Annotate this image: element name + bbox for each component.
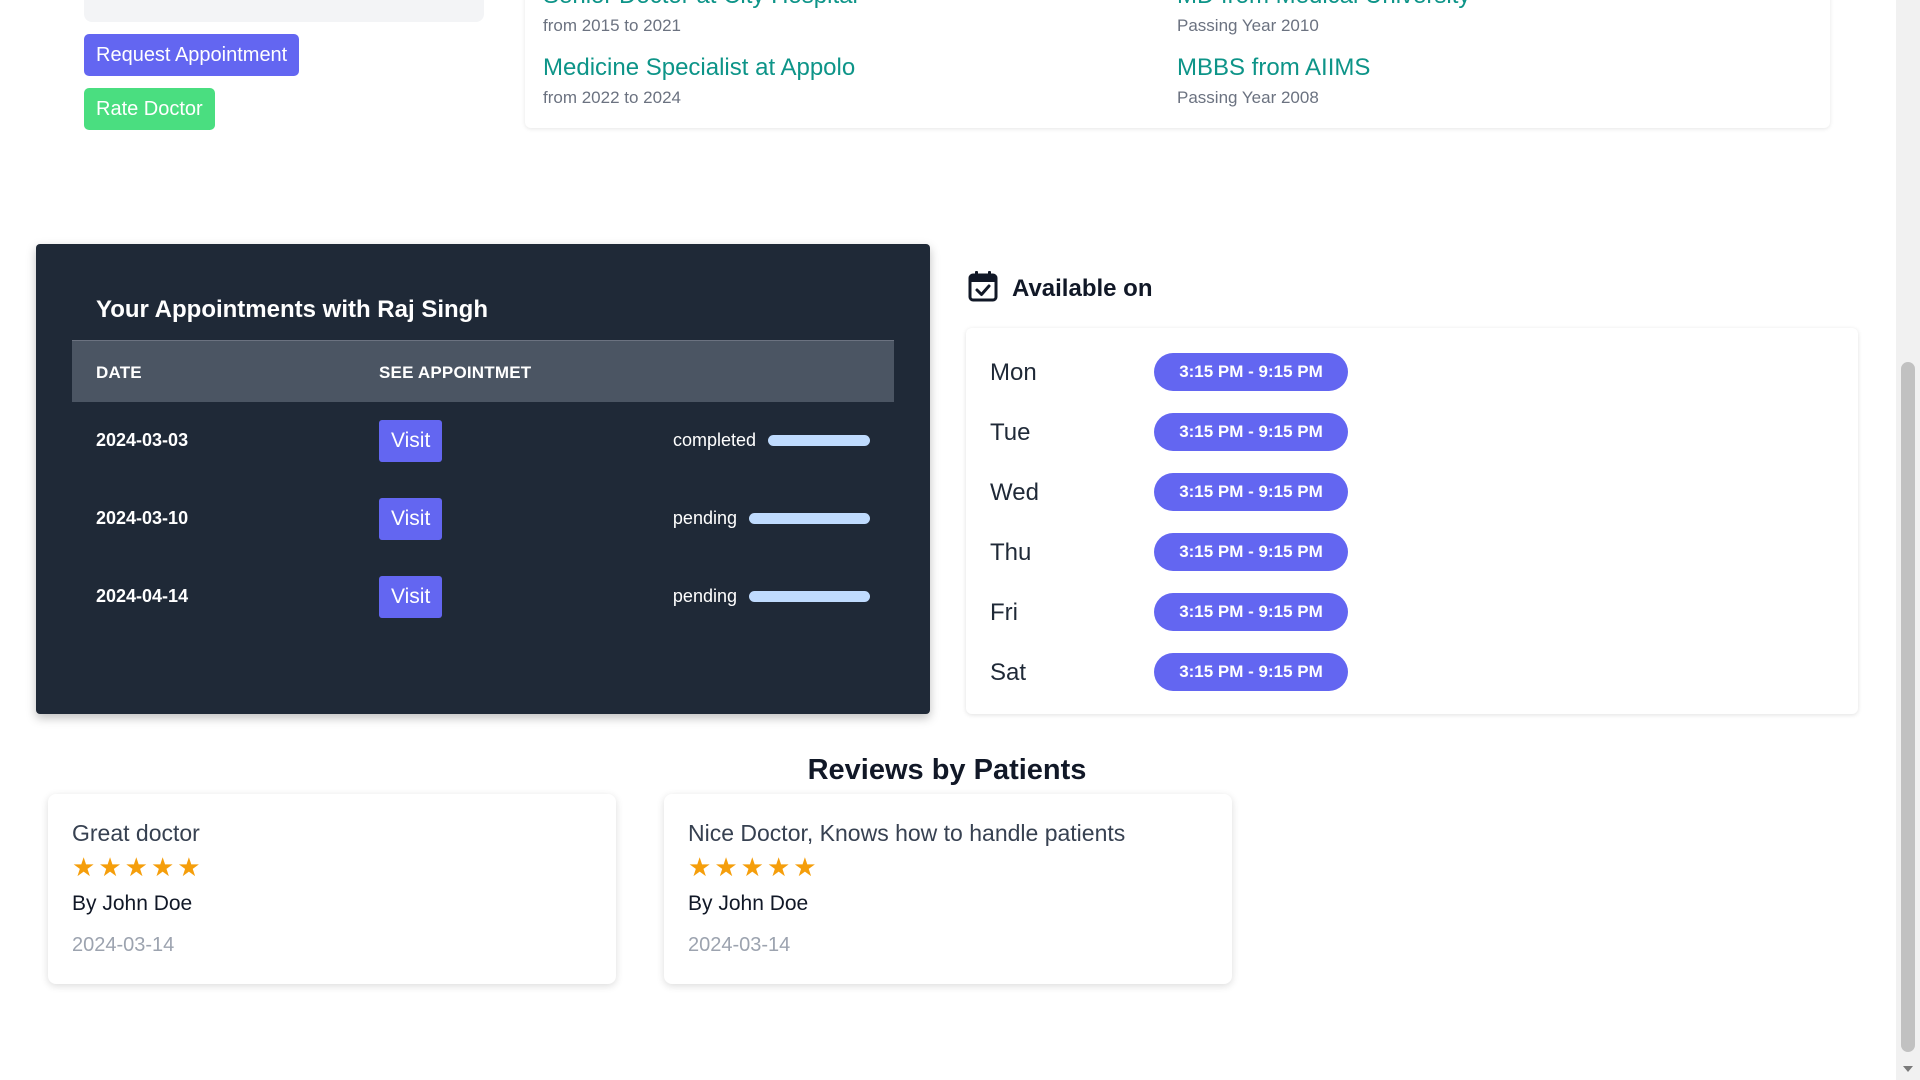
table-row: 2024-03-03 Visit completed bbox=[72, 412, 894, 472]
time-slot-badge: 3:15 PM - 9:15 PM bbox=[1154, 473, 1348, 511]
appointment-status: pending bbox=[673, 586, 870, 607]
rate-doctor-button[interactable]: Rate Doctor bbox=[84, 88, 215, 130]
experience-item: Senior Doctor at City Hospital from 2015… bbox=[543, 0, 858, 36]
experience-title[interactable]: Senior Doctor at City Hospital bbox=[543, 0, 858, 10]
status-bar bbox=[768, 435, 870, 446]
appointment-date: 2024-04-14 bbox=[96, 586, 189, 606]
column-date: DATE bbox=[96, 363, 142, 382]
star-icon: ★ bbox=[124, 852, 148, 882]
day-label: Thu bbox=[990, 539, 1032, 566]
status-text: pending bbox=[672, 586, 737, 606]
visit-button[interactable]: Visit bbox=[379, 576, 443, 618]
education-title[interactable]: MD from Medical University bbox=[1177, 0, 1470, 10]
appointments-table-header: DATE SEE APPOINTMET bbox=[72, 340, 894, 402]
star-icon: ★ bbox=[177, 852, 201, 882]
experience-dates: from 2015 to 2021 bbox=[543, 16, 681, 35]
scroll-down-arrow-icon[interactable] bbox=[1903, 1066, 1913, 1072]
review-text: Great doctor bbox=[72, 820, 200, 846]
education-year: Passing Year 2008 bbox=[1177, 88, 1319, 107]
request-appointment-button[interactable]: Request Appointment bbox=[84, 34, 300, 76]
appointment-date: 2024-03-10 bbox=[96, 508, 189, 528]
review-date: 2024-03-14 bbox=[688, 934, 791, 956]
time-slot-badge: 3:15 PM - 9:15 PM bbox=[1154, 533, 1348, 571]
day-label: Fri bbox=[990, 599, 1018, 626]
review-author: By John Doe bbox=[688, 892, 809, 915]
day-label: Tue bbox=[990, 419, 1031, 446]
star-icon: ★ bbox=[150, 852, 175, 882]
status-text: pending bbox=[672, 508, 737, 528]
scrollbar-thumb[interactable] bbox=[1901, 362, 1915, 1052]
star-icon: ★ bbox=[688, 852, 712, 882]
time-slot-badge: 3:15 PM - 9:15 PM bbox=[1154, 413, 1348, 451]
experience-dates: from 2022 to 2024 bbox=[543, 88, 681, 107]
education-title[interactable]: MBBS from AIIMS bbox=[1177, 54, 1370, 82]
table-row: 2024-03-10 Visit pending bbox=[72, 490, 894, 550]
table-row: 2024-04-14 Visit pending bbox=[72, 568, 894, 628]
time-slot-badge: 3:15 PM - 9:15 PM bbox=[1154, 353, 1348, 391]
availability-row: Wed 3:15 PM - 9:15 PM bbox=[990, 473, 1830, 511]
education-item: MD from Medical University Passing Year … bbox=[1177, 0, 1470, 36]
availability-row: Mon 3:15 PM - 9:15 PM bbox=[990, 353, 1830, 391]
availability-title: Available on bbox=[1012, 274, 1153, 302]
experience-education-card: Senior Doctor at City Hospital from 2015… bbox=[525, 0, 1830, 128]
availability-card: Mon 3:15 PM - 9:15 PM Tue 3:15 PM - 9:15… bbox=[966, 328, 1858, 714]
review-card: Nice Doctor, Knows how to handle patient… bbox=[664, 794, 1232, 984]
reviews-title: Reviews by Patients bbox=[807, 754, 1087, 786]
visit-button[interactable]: Visit bbox=[379, 498, 443, 540]
star-icon: ★ bbox=[714, 852, 738, 882]
availability-row: Fri 3:15 PM - 9:15 PM bbox=[990, 593, 1830, 631]
day-label: Sat bbox=[990, 659, 1027, 686]
status-text: completed bbox=[672, 430, 756, 450]
appointments-title: Your Appointments with Raj Singh bbox=[96, 296, 488, 323]
day-label: Wed bbox=[990, 479, 1039, 506]
availability-header: Available on bbox=[968, 270, 1152, 307]
availability-row: Thu 3:15 PM - 9:15 PM bbox=[990, 533, 1830, 571]
education-year: Passing Year 2010 bbox=[1177, 16, 1319, 35]
appointments-panel: Your Appointments with Raj Singh DATE SE… bbox=[36, 244, 930, 714]
availability-row: Tue 3:15 PM - 9:15 PM bbox=[990, 413, 1830, 451]
column-see-appointment: SEE APPOINTMET bbox=[379, 363, 532, 382]
appointment-date: 2024-03-03 bbox=[96, 430, 189, 450]
day-label: Mon bbox=[990, 359, 1037, 386]
page-scrollbar[interactable] bbox=[1896, 0, 1920, 1080]
experience-item: Medicine Specialist at Appolo from 2022 … bbox=[543, 54, 855, 108]
time-slot-badge: 3:15 PM - 9:15 PM bbox=[1154, 653, 1348, 691]
visit-button[interactable]: Visit bbox=[379, 420, 443, 462]
experience-title[interactable]: Medicine Specialist at Appolo bbox=[543, 54, 855, 82]
calendar-check-icon bbox=[968, 270, 998, 307]
review-card: Great doctor ★ ★ ★ ★ ★ By John Doe 2024-… bbox=[48, 794, 616, 984]
availability-row: Sat 3:15 PM - 9:15 PM bbox=[990, 653, 1830, 691]
status-bar bbox=[749, 513, 870, 524]
appointment-status: pending bbox=[673, 508, 870, 529]
status-bar bbox=[749, 591, 870, 602]
review-date: 2024-03-14 bbox=[72, 934, 175, 956]
star-rating: ★ ★ ★ ★ ★ bbox=[688, 852, 817, 882]
education-item: MBBS from AIIMS Passing Year 2008 bbox=[1177, 54, 1370, 108]
star-icon: ★ bbox=[793, 852, 817, 882]
time-slot-badge: 3:15 PM - 9:15 PM bbox=[1154, 593, 1348, 631]
star-rating: ★ ★ ★ ★ ★ bbox=[72, 852, 201, 882]
doctor-profile-card bbox=[84, 0, 484, 22]
review-text: Nice Doctor, Knows how to handle patient… bbox=[688, 820, 1126, 846]
star-icon: ★ bbox=[72, 852, 96, 882]
appointment-status: completed bbox=[673, 430, 870, 451]
star-icon: ★ bbox=[740, 852, 764, 882]
review-author: By John Doe bbox=[72, 892, 193, 915]
star-icon: ★ bbox=[98, 852, 122, 882]
star-icon: ★ bbox=[766, 852, 791, 882]
